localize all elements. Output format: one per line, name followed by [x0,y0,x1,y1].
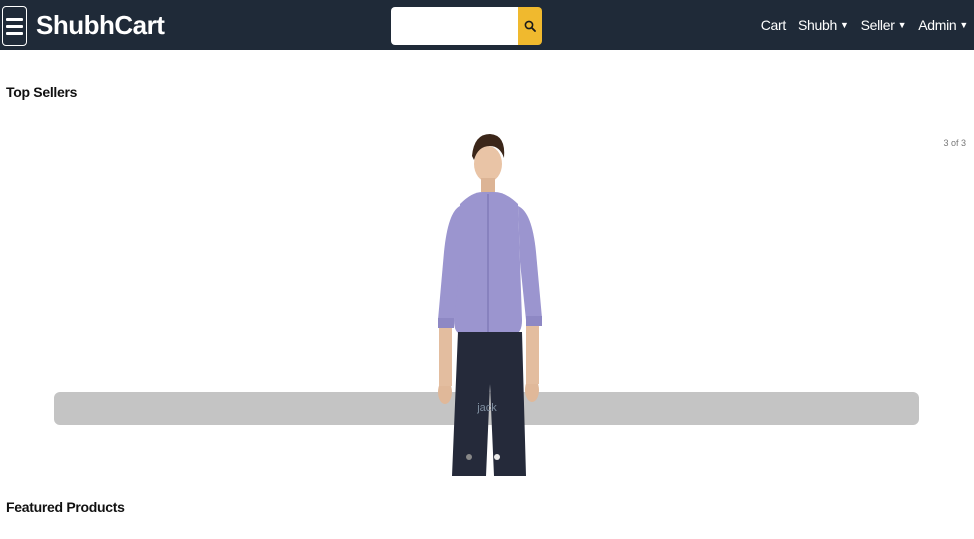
top-navbar: ShubhCart Cart Shubh ▼ Seller ▼ Admin ▼ [0,0,974,50]
caret-down-icon: ▼ [839,20,849,30]
seller-photo[interactable] [428,122,552,476]
brand-logo-link[interactable]: ShubhCart [36,10,165,41]
caret-down-icon: ▼ [897,20,907,30]
nav-cart-link[interactable]: Cart [761,17,787,33]
search-bar [391,7,542,45]
carousel-indicator-dot[interactable] [466,454,472,460]
hamburger-icon [6,17,23,21]
search-icon [524,20,536,32]
nav-links: Cart Shubh ▼ Seller ▼ Admin ▼ [761,0,969,50]
search-input[interactable] [391,7,518,45]
featured-products-heading: Featured Products [6,499,125,515]
top-sellers-heading: Top Sellers [6,84,78,100]
carousel-indicators [466,454,500,460]
carousel-indicator-dot-active[interactable] [494,454,500,460]
top-sellers-carousel[interactable]: 3 of 3 jack [0,110,974,480]
caret-down-icon: ▼ [959,20,968,30]
carousel-slide-counter: 3 of 3 [943,138,966,148]
nav-seller-dropdown[interactable]: Seller ▼ [861,17,907,33]
search-button[interactable] [518,7,542,45]
hamburger-menu-button[interactable] [2,6,27,46]
carousel-caption: jack [477,402,497,414]
nav-admin-dropdown[interactable]: Admin ▼ [918,17,968,33]
nav-user-dropdown[interactable]: Shubh ▼ [798,17,849,33]
